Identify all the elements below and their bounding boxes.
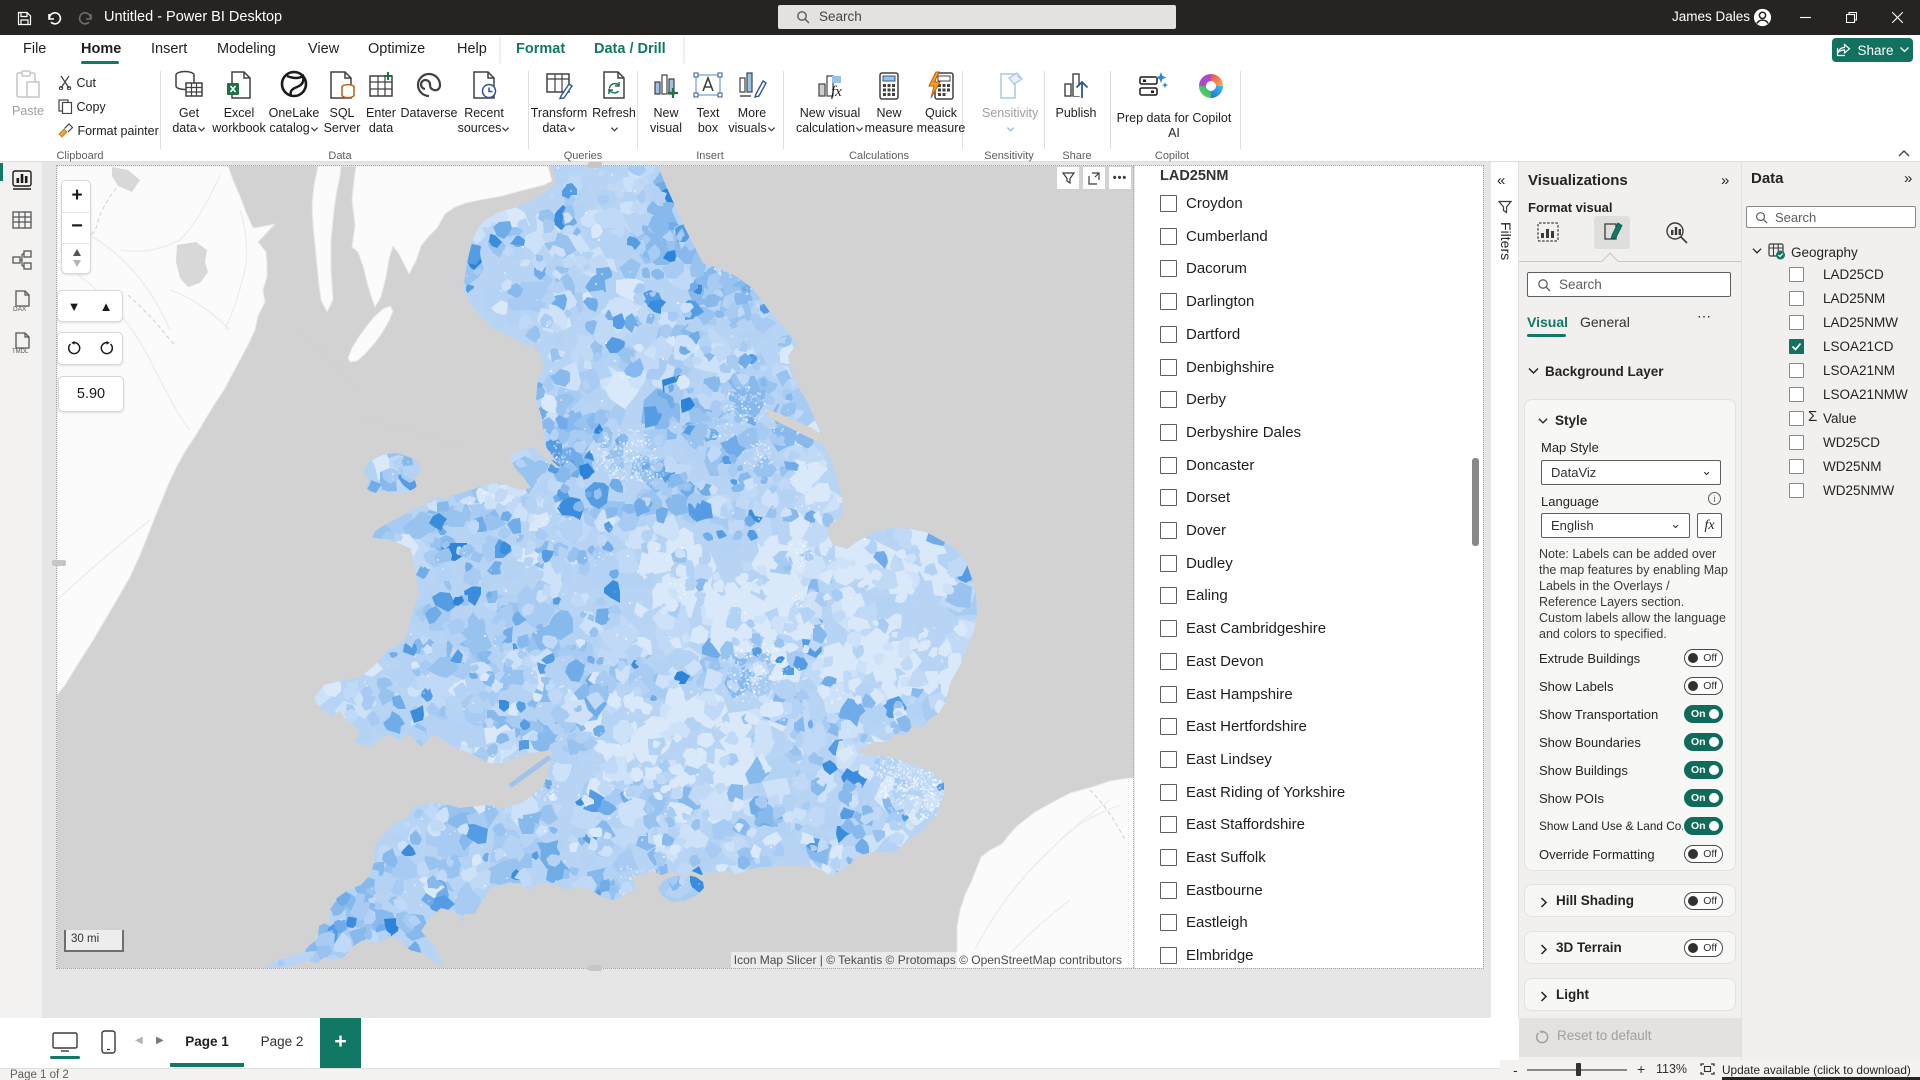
- svg-text:DAX: DAX: [13, 306, 27, 312]
- svg-text:TMDL: TMDL: [12, 349, 29, 354]
- svg-text:fx: fx: [831, 84, 842, 100]
